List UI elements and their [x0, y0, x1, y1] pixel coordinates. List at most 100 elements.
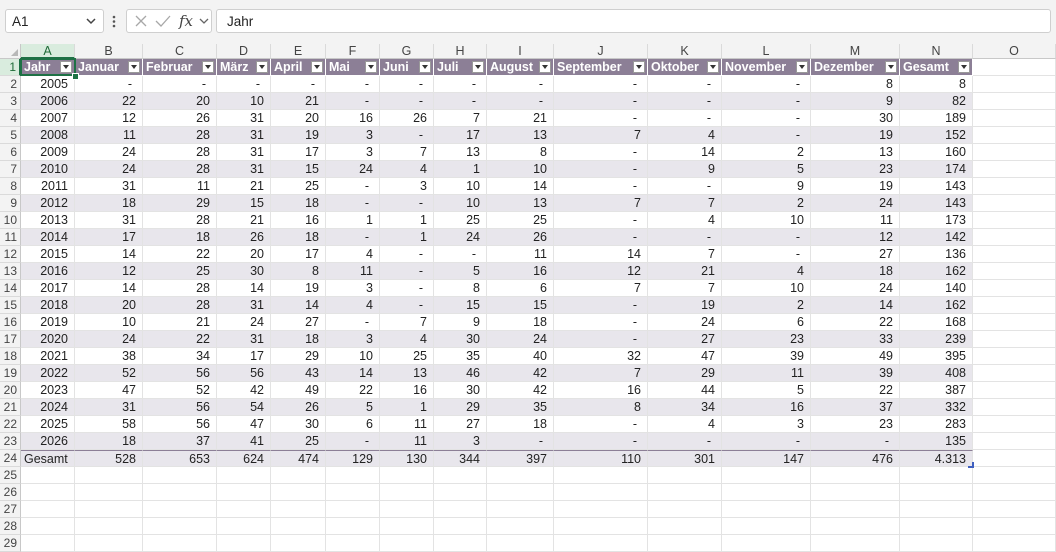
- table-cell[interactable]: 24: [811, 195, 900, 212]
- empty-cell[interactable]: [973, 484, 1056, 501]
- table-cell[interactable]: 34: [143, 348, 217, 365]
- table-cell[interactable]: 18: [811, 263, 900, 280]
- table-cell[interactable]: 12: [75, 263, 143, 280]
- table-cell[interactable]: -: [722, 93, 811, 110]
- empty-cell[interactable]: [973, 195, 1056, 212]
- table-cell[interactable]: 31: [75, 178, 143, 195]
- table-cell[interactable]: -: [143, 76, 217, 93]
- empty-cell[interactable]: [554, 484, 648, 501]
- table-cell[interactable]: 20: [75, 297, 143, 314]
- empty-cell[interactable]: [973, 263, 1056, 280]
- empty-cell[interactable]: [217, 535, 271, 552]
- table-cell[interactable]: 23: [811, 416, 900, 433]
- empty-cell[interactable]: [380, 467, 434, 484]
- table-header-cell[interactable]: März: [217, 59, 271, 76]
- table-cell[interactable]: 10: [326, 348, 380, 365]
- table-cell[interactable]: 2018: [21, 297, 75, 314]
- table-cell[interactable]: 24: [434, 229, 487, 246]
- row-header-18[interactable]: 18: [0, 348, 21, 365]
- table-header-cell[interactable]: September: [554, 59, 648, 76]
- table-cell[interactable]: 7: [554, 280, 648, 297]
- table-cell[interactable]: 31: [217, 161, 271, 178]
- table-cell[interactable]: 6: [487, 280, 554, 297]
- table-cell[interactable]: 6: [722, 314, 811, 331]
- table-cell[interactable]: -: [554, 229, 648, 246]
- column-header-m[interactable]: M: [811, 44, 900, 59]
- empty-cell[interactable]: [434, 467, 487, 484]
- row-header-19[interactable]: 19: [0, 365, 21, 382]
- empty-cell[interactable]: [973, 433, 1056, 450]
- table-cell[interactable]: -: [648, 229, 722, 246]
- table-cell[interactable]: 23: [811, 161, 900, 178]
- empty-cell[interactable]: [143, 501, 217, 518]
- table-cell[interactable]: 27: [434, 416, 487, 433]
- table-cell[interactable]: 25: [380, 348, 434, 365]
- table-cell[interactable]: 174: [900, 161, 973, 178]
- table-cell[interactable]: 2009: [21, 144, 75, 161]
- empty-cell[interactable]: [217, 484, 271, 501]
- empty-cell[interactable]: [973, 382, 1056, 399]
- table-cell[interactable]: 21: [271, 93, 326, 110]
- column-header-e[interactable]: E: [271, 44, 326, 59]
- row-header-20[interactable]: 20: [0, 382, 21, 399]
- table-cell[interactable]: -: [722, 433, 811, 450]
- table-cell[interactable]: -: [326, 93, 380, 110]
- table-cell[interactable]: 13: [487, 127, 554, 144]
- empty-cell[interactable]: [900, 535, 973, 552]
- empty-cell[interactable]: [75, 535, 143, 552]
- table-cell[interactable]: 2020: [21, 331, 75, 348]
- table-cell[interactable]: 31: [217, 297, 271, 314]
- table-cell[interactable]: 5: [434, 263, 487, 280]
- table-cell[interactable]: -: [434, 93, 487, 110]
- table-cell[interactable]: 11: [811, 212, 900, 229]
- table-cell[interactable]: 19: [271, 127, 326, 144]
- table-cell[interactable]: 14: [487, 178, 554, 195]
- empty-cell[interactable]: [75, 501, 143, 518]
- table-resize-handle[interactable]: [968, 462, 974, 468]
- table-cell[interactable]: 30: [811, 110, 900, 127]
- total-cell[interactable]: 110: [554, 450, 648, 467]
- table-cell[interactable]: 19: [811, 127, 900, 144]
- table-header-cell[interactable]: November: [722, 59, 811, 76]
- table-cell[interactable]: 22: [143, 331, 217, 348]
- table-cell[interactable]: 20: [217, 246, 271, 263]
- filter-dropdown-icon[interactable]: [885, 61, 897, 73]
- table-cell[interactable]: 18: [271, 331, 326, 348]
- empty-cell[interactable]: [271, 501, 326, 518]
- empty-cell[interactable]: [217, 467, 271, 484]
- empty-cell[interactable]: [75, 518, 143, 535]
- table-cell[interactable]: 39: [722, 348, 811, 365]
- row-header-1[interactable]: 1: [0, 59, 21, 76]
- column-header-c[interactable]: C: [143, 44, 217, 59]
- table-cell[interactable]: 16: [722, 399, 811, 416]
- total-cell[interactable]: 397: [487, 450, 554, 467]
- table-cell[interactable]: 31: [217, 144, 271, 161]
- table-cell[interactable]: 2014: [21, 229, 75, 246]
- table-header-cell[interactable]: Juli: [434, 59, 487, 76]
- row-header-12[interactable]: 12: [0, 246, 21, 263]
- empty-cell[interactable]: [554, 467, 648, 484]
- table-cell[interactable]: 2: [722, 297, 811, 314]
- table-cell[interactable]: 162: [900, 263, 973, 280]
- empty-cell[interactable]: [973, 229, 1056, 246]
- table-cell[interactable]: 14: [271, 297, 326, 314]
- name-box[interactable]: A1: [5, 9, 104, 33]
- table-cell[interactable]: 31: [217, 127, 271, 144]
- chevron-down-icon[interactable]: [199, 15, 209, 30]
- empty-cell[interactable]: [811, 484, 900, 501]
- empty-cell[interactable]: [21, 484, 75, 501]
- column-header-o[interactable]: O: [973, 44, 1056, 59]
- table-cell[interactable]: 13: [811, 144, 900, 161]
- table-cell[interactable]: 2: [722, 144, 811, 161]
- table-cell[interactable]: 30: [217, 263, 271, 280]
- table-header-cell[interactable]: Jahr: [21, 59, 75, 76]
- table-cell[interactable]: 10: [722, 280, 811, 297]
- table-cell[interactable]: 4: [326, 297, 380, 314]
- table-cell[interactable]: 15: [271, 161, 326, 178]
- table-cell[interactable]: 2016: [21, 263, 75, 280]
- table-cell[interactable]: 13: [380, 365, 434, 382]
- table-header-cell[interactable]: April: [271, 59, 326, 76]
- row-header-7[interactable]: 7: [0, 161, 21, 178]
- table-header-cell[interactable]: Mai: [326, 59, 380, 76]
- empty-cell[interactable]: [380, 501, 434, 518]
